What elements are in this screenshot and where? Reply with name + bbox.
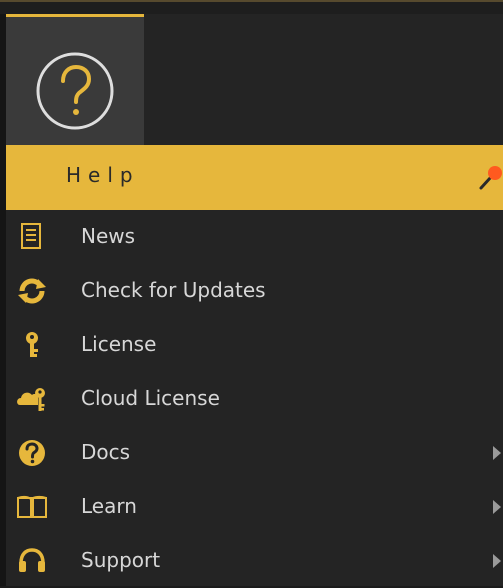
menu-item-label: Check for Updates [81, 278, 266, 302]
menu-item-learn[interactable]: Learn [6, 480, 503, 534]
menu-item-check-for-updates[interactable]: Check for Updates [6, 264, 503, 318]
top-bar [0, 0, 503, 14]
news-icon [21, 223, 41, 249]
help-menu-panel: Help News Check for Updates License Clou… [0, 14, 503, 586]
pin-icon[interactable] [477, 165, 503, 191]
refresh-icon [18, 278, 46, 304]
menu-item-label: License [81, 332, 157, 356]
menu-item-support[interactable]: Support [6, 534, 503, 588]
submenu-arrow-icon [493, 554, 501, 568]
question-circle-icon [19, 440, 45, 466]
book-icon [17, 495, 47, 518]
headset-icon [19, 548, 45, 572]
submenu-arrow-icon [493, 446, 501, 460]
menu-item-news[interactable]: News [6, 210, 503, 264]
menu-item-docs[interactable]: Docs [6, 426, 503, 480]
menu-item-label: Learn [81, 494, 137, 518]
menu-item-license[interactable]: License [6, 318, 503, 372]
cloud-key-icon [17, 388, 45, 411]
menu-item-label: Support [81, 548, 161, 572]
menu-item-label: Cloud License [81, 386, 220, 410]
menu-item-label: News [81, 224, 136, 248]
menu-item-cloud-license[interactable]: Cloud License [6, 372, 503, 426]
help-question-icon [36, 52, 114, 130]
help-tab-button[interactable] [6, 14, 144, 145]
submenu-arrow-icon [493, 500, 501, 514]
key-icon [26, 332, 38, 357]
section-title: Help [66, 163, 140, 187]
menu-item-label: Docs [81, 440, 131, 464]
help-section-header: Help [6, 145, 503, 210]
